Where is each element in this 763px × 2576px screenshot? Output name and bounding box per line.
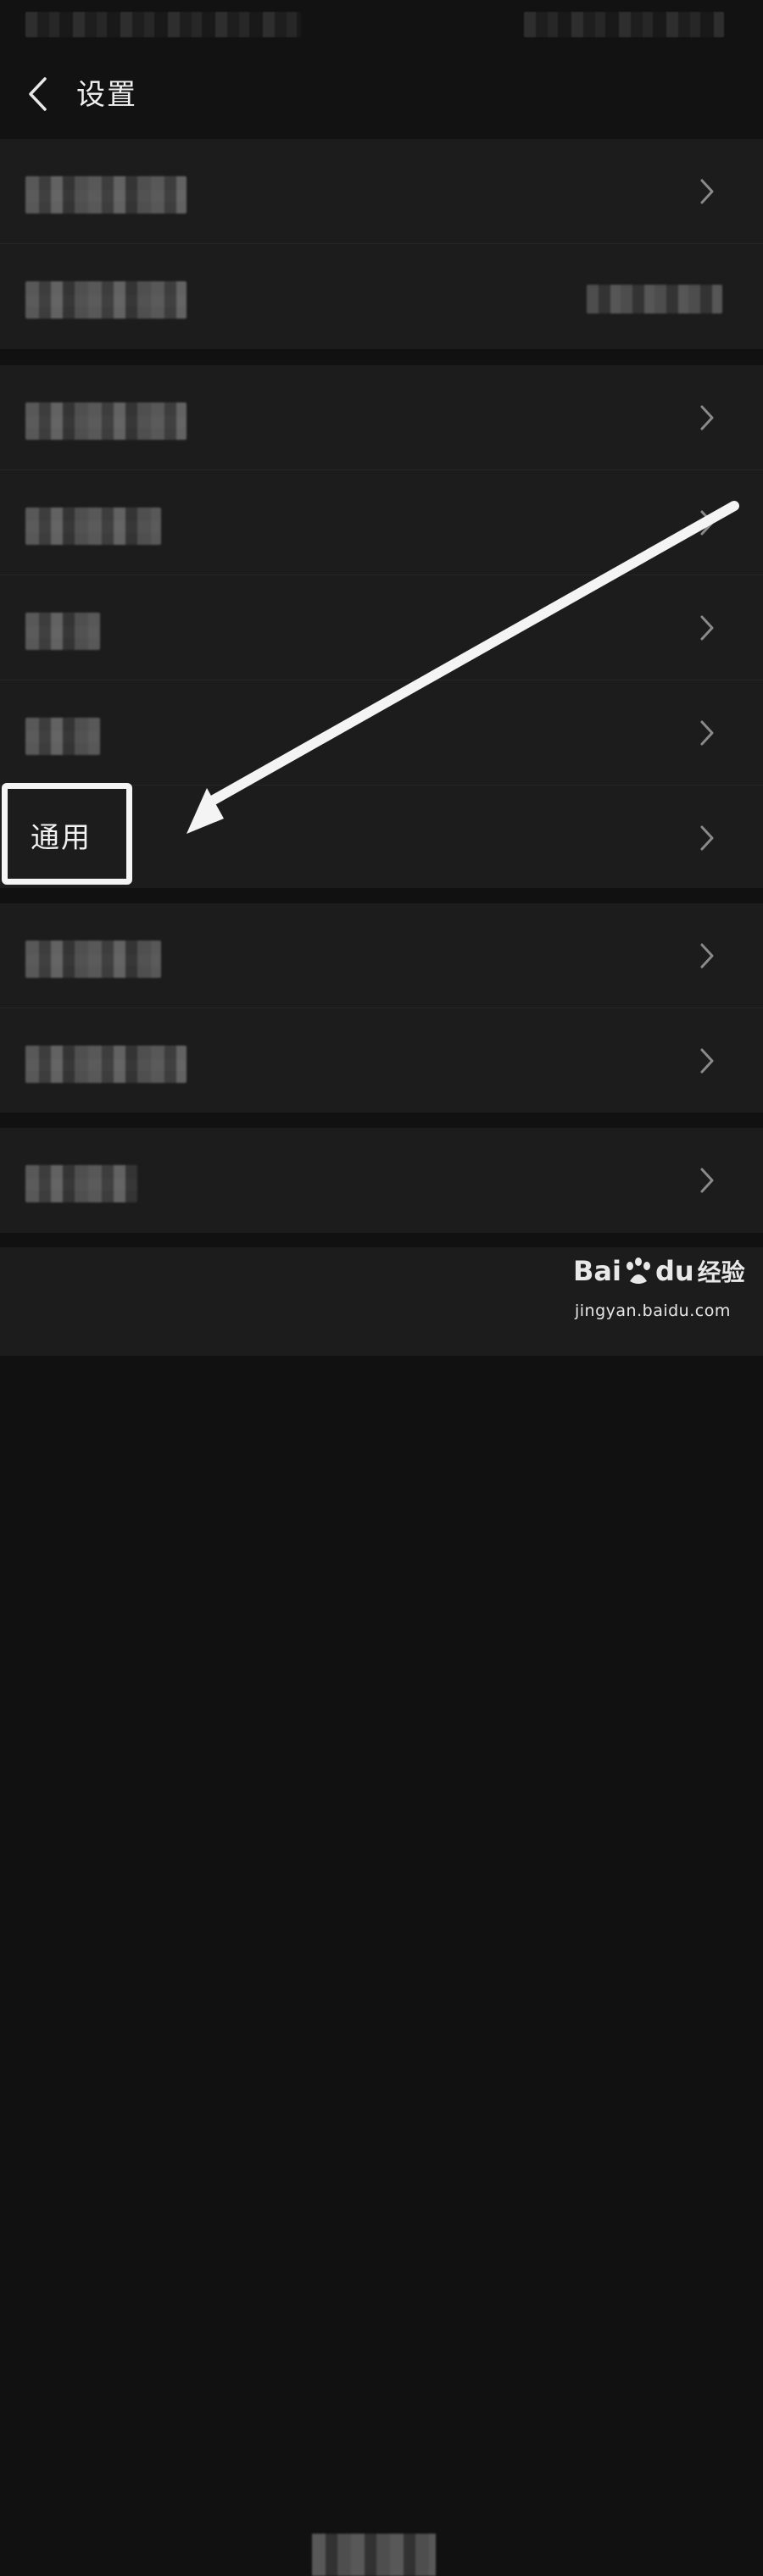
chevron-right-icon <box>700 405 714 430</box>
redacted-label <box>25 281 187 319</box>
settings-row-general-label: 通用 <box>31 821 92 855</box>
redacted-label <box>25 718 100 755</box>
settings-row[interactable] <box>0 139 763 244</box>
settings-row[interactable] <box>0 575 763 680</box>
redacted-label <box>25 402 187 440</box>
settings-row[interactable] <box>0 903 763 1008</box>
settings-row[interactable] <box>0 470 763 575</box>
watermark-brand-cn: 经验 <box>697 1258 745 1286</box>
chevron-right-icon <box>700 615 714 641</box>
settings-row[interactable] <box>0 1008 763 1113</box>
settings-row[interactable] <box>0 244 763 348</box>
watermark-url: jingyan.baidu.com <box>575 1302 731 1320</box>
redacted-label <box>25 941 161 978</box>
paw-icon <box>626 1257 650 1284</box>
watermark-brand-latin: Bai <box>573 1255 621 1287</box>
status-bar-right-redacted <box>524 12 724 37</box>
settings-group-4 <box>0 1128 763 1233</box>
status-bar-left-redacted <box>25 12 301 37</box>
chevron-right-icon <box>700 943 714 969</box>
redacted-label <box>25 508 161 545</box>
chevron-right-icon <box>700 510 714 536</box>
chevron-right-icon <box>700 1168 714 1193</box>
redacted-bottom-button[interactable] <box>312 2534 436 2576</box>
settings-row[interactable] <box>0 1128 763 1232</box>
header: 设置 <box>0 49 763 139</box>
chevron-right-icon <box>700 1048 714 1074</box>
settings-group-3 <box>0 903 763 1113</box>
watermark-brand: Bai du 经验 <box>573 1254 745 1288</box>
redacted-label <box>25 613 100 650</box>
watermark-brand-latin-suffix: du <box>654 1255 694 1287</box>
settings-group-1 <box>0 139 763 349</box>
chevron-right-icon <box>700 179 714 204</box>
redacted-label <box>25 176 187 214</box>
settings-group-2: 通用 <box>0 365 763 888</box>
chevron-left-icon[interactable] <box>22 73 53 115</box>
settings-row-general[interactable]: 通用 <box>0 786 763 890</box>
redacted-label <box>25 1046 187 1083</box>
page-title: 设置 <box>76 78 137 112</box>
redacted-value <box>587 285 722 314</box>
settings-row[interactable] <box>0 365 763 470</box>
status-bar <box>0 0 763 49</box>
chevron-right-icon <box>700 825 714 851</box>
watermark: Bai du 经验 jingyan.baidu.com <box>573 1246 751 1346</box>
settings-row[interactable] <box>0 680 763 786</box>
redacted-label <box>25 1165 137 1202</box>
chevron-right-icon <box>700 720 714 746</box>
